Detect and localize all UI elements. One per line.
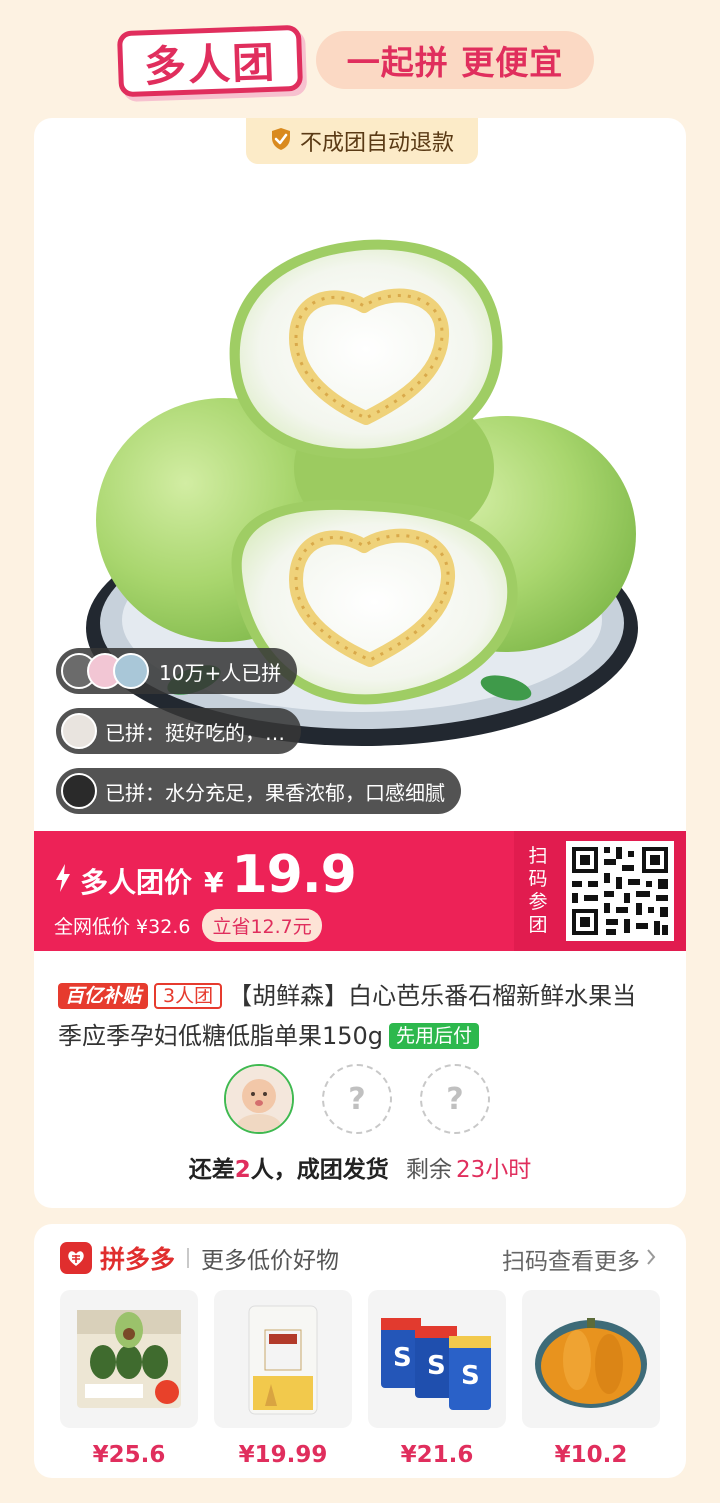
empty-slot-mark: ?	[348, 1081, 366, 1117]
empty-slot-mark: ?	[446, 1081, 464, 1117]
recommendation-card: 拼多多 更多低价好物 扫码查看更多 ¥25.6 ¥19.99 S S S ¥21…	[34, 1224, 686, 1478]
chewing-gum-image: S S S	[368, 1290, 506, 1428]
review-text: 已拼：水分充足，果香浓郁，口感细腻	[105, 780, 445, 805]
review-bubble: 已拼：水分充足，果香浓郁，口感细腻	[56, 768, 461, 814]
pinduoduo-logo-icon	[60, 1242, 92, 1274]
status-suffix: 人，成团发货	[250, 1157, 389, 1183]
duorentuan-logo: 多人团	[116, 24, 304, 98]
recommend-item[interactable]: S S S ¥21.6	[368, 1290, 506, 1468]
save-amount-badge: 立省12.7元	[202, 909, 322, 942]
recommendation-list: ¥25.6 ¥19.99 S S S ¥21.6 ¥10.2	[60, 1290, 660, 1468]
recommend-item-price: ¥19.99	[238, 1442, 328, 1468]
recommend-item-price: ¥25.6	[92, 1442, 166, 1468]
group-price-label: 多人团价	[80, 866, 193, 899]
scan-to-join-label: 扫码参团	[528, 845, 548, 936]
recommend-item-price: ¥21.6	[400, 1442, 474, 1468]
recommendation-header: 拼多多 更多低价好物	[60, 1240, 339, 1276]
shield-check-icon	[270, 127, 292, 155]
refund-badge-text: 不成团自动退款	[299, 131, 454, 156]
remaining-time: 23小时	[456, 1157, 532, 1183]
empty-member-slot: ?	[420, 1064, 490, 1134]
group-size-tag: 3人团	[154, 983, 223, 1009]
group-members: ? ?	[224, 1064, 490, 1134]
original-price: 全网低价 ¥32.6	[54, 916, 191, 938]
recommend-item-price: ¥10.2	[554, 1442, 628, 1468]
member-avatar	[224, 1064, 294, 1134]
svg-text:S: S	[427, 1351, 446, 1381]
scan-to-join-panel[interactable]: 扫码参团	[514, 831, 686, 951]
empty-member-slot: ?	[322, 1064, 392, 1134]
price-bar: 多人团价 ¥ 19.9 全网低价 ¥32.6 立省12.7元 扫码参团	[34, 831, 686, 951]
group-price-value: 19.9	[231, 845, 357, 905]
divider	[187, 1248, 190, 1268]
slogan-pill: 一起拼 更便宜	[316, 31, 594, 89]
status-prefix: 还差	[188, 1157, 235, 1183]
pinduoduo-brand-name: 拼多多	[100, 1245, 176, 1274]
product-card: 不成团自动退款 10万+人已拼 已拼：挺好吃的，… 已拼：水分充足，果香浓郁，口…	[34, 118, 686, 1208]
review-text: 已拼：挺好吃的，…	[105, 720, 285, 745]
chevron-right-icon	[646, 1246, 656, 1272]
joined-count-text: 10万+人已拼	[159, 660, 282, 685]
lightning-icon	[54, 864, 72, 896]
logo-text: 多人团	[143, 37, 277, 91]
remaining-label: 剩余	[406, 1157, 453, 1183]
group-status: 还差2人，成团发货 剩余 23小时	[34, 1150, 686, 1184]
avatar	[113, 653, 149, 689]
avatar	[61, 713, 97, 749]
avatar	[61, 773, 97, 809]
pay-later-tag: 先用后付	[389, 1023, 480, 1049]
qr-code-icon[interactable]	[566, 841, 674, 941]
slogan-text: 一起拼 更便宜	[346, 43, 564, 82]
joined-count-bubble: 10万+人已拼	[56, 648, 298, 694]
review-bubble: 已拼：挺好吃的，…	[56, 708, 301, 754]
svg-text:S: S	[393, 1343, 412, 1373]
recommendation-title: 更多低价好物	[201, 1248, 340, 1274]
refund-guarantee-badge: 不成团自动退款	[246, 118, 478, 164]
scan-more-link[interactable]: 扫码查看更多	[502, 1242, 656, 1276]
scan-more-label: 扫码查看更多	[502, 1249, 640, 1275]
recommend-item[interactable]: ¥25.6	[60, 1290, 198, 1468]
svg-text:S: S	[461, 1361, 480, 1391]
avocado-box-image	[60, 1290, 198, 1428]
avatar-stack	[61, 653, 149, 689]
pumpkin-image	[522, 1290, 660, 1428]
product-title-block[interactable]: 百亿补贴 3人团 【胡鲜森】白心芭乐番石榴新鲜水果当季应季孕妇低糖低脂单果150g 先…	[58, 976, 658, 1056]
currency-symbol: ¥	[204, 866, 224, 899]
recommend-item[interactable]: ¥10.2	[522, 1290, 660, 1468]
recommend-item[interactable]: ¥19.99	[214, 1290, 352, 1468]
subsidy-tag: 百亿补贴	[58, 983, 149, 1009]
status-count: 2	[234, 1157, 251, 1183]
flour-bag-image	[214, 1290, 352, 1428]
